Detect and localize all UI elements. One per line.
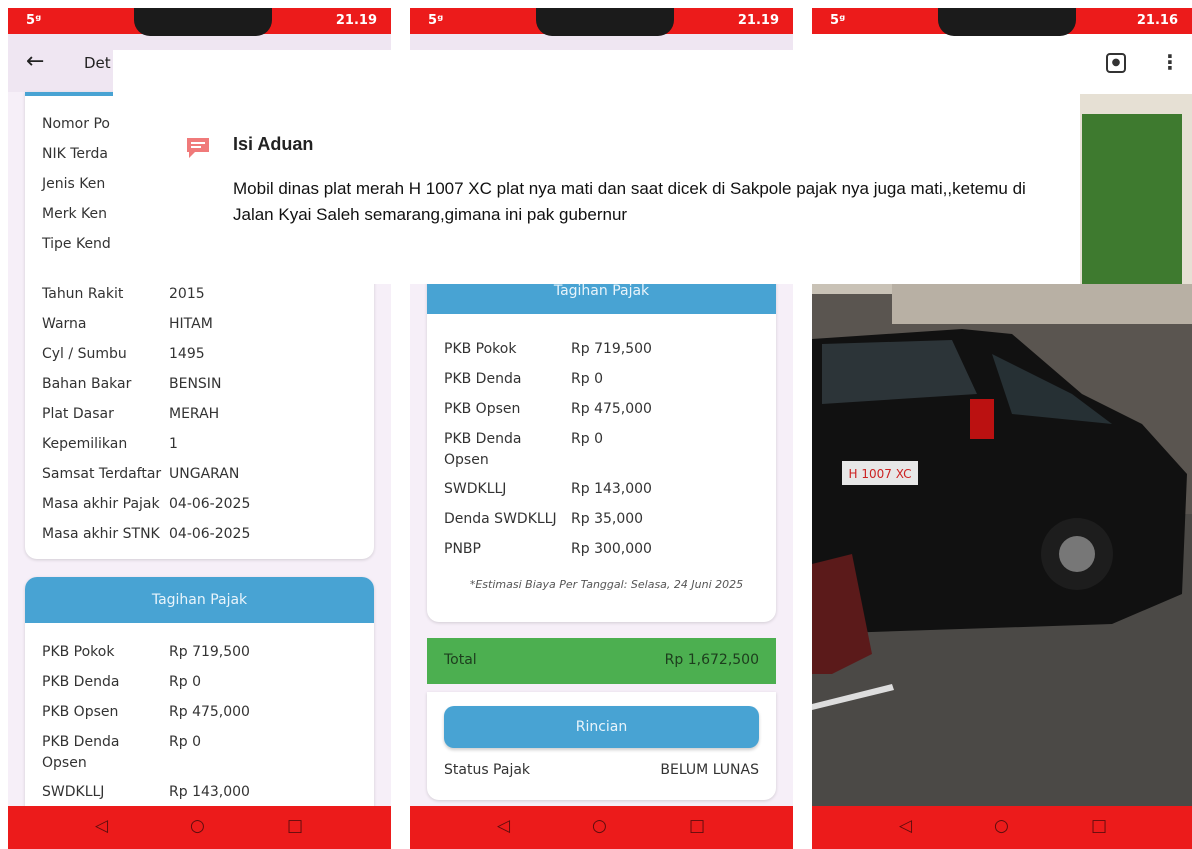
info-key: Warna bbox=[42, 316, 87, 332]
total-bar: Total Rp 1,672,500 bbox=[427, 638, 776, 684]
tax-key: PKB Denda bbox=[444, 431, 522, 447]
home-circle-icon[interactable]: ○ bbox=[994, 816, 1009, 836]
tax-key: Opsen bbox=[444, 452, 489, 468]
info-value: 1495 bbox=[169, 346, 205, 362]
camera-notch bbox=[938, 8, 1076, 36]
tax-value: Rp 0 bbox=[169, 674, 201, 690]
tax-key: SWDKLLJ bbox=[444, 481, 507, 497]
tax-key: Opsen bbox=[42, 755, 87, 771]
info-key: Plat Dasar bbox=[42, 406, 114, 422]
back-triangle-icon[interactable]: ◁ bbox=[95, 816, 108, 836]
info-value: 04-06-2025 bbox=[169, 526, 251, 542]
tax-value: Rp 475,000 bbox=[169, 704, 250, 720]
info-value: 04-06-2025 bbox=[169, 496, 251, 512]
tax-value: Rp 719,500 bbox=[571, 341, 652, 357]
info-value: BENSIN bbox=[169, 376, 222, 392]
tax-key: PKB Denda bbox=[42, 674, 120, 690]
detail-card: Rincian Status Pajak BELUM LUNAS bbox=[427, 692, 776, 800]
back-arrow-icon[interactable]: ← bbox=[26, 49, 44, 74]
total-label: Total bbox=[444, 652, 477, 668]
recents-square-icon[interactable]: □ bbox=[689, 816, 705, 836]
signal-indicator: 5ᵍ bbox=[428, 13, 444, 28]
tax-value: Rp 0 bbox=[169, 734, 201, 750]
info-value: MERAH bbox=[169, 406, 220, 422]
android-nav-bar: ◁ ○ □ bbox=[8, 806, 391, 849]
recents-square-icon[interactable]: □ bbox=[287, 816, 303, 836]
tax-key: Denda SWDKLLJ bbox=[444, 511, 557, 527]
tax-key: PKB Denda bbox=[444, 371, 522, 387]
home-circle-icon[interactable]: ○ bbox=[592, 816, 607, 836]
tax-value: Rp 0 bbox=[571, 371, 603, 387]
info-key: Masa akhir Pajak bbox=[42, 496, 160, 512]
clock: 21.19 bbox=[737, 13, 779, 28]
tax-key: PKB Pokok bbox=[42, 644, 115, 660]
tax-value: Rp 0 bbox=[571, 431, 603, 447]
info-value: UNGARAN bbox=[169, 466, 240, 482]
android-nav-bar: ◁ ○ □ bbox=[410, 806, 793, 849]
page-title: Det bbox=[84, 54, 111, 72]
total-value: Rp 1,672,500 bbox=[664, 652, 759, 668]
back-triangle-icon[interactable]: ◁ bbox=[899, 816, 912, 836]
complaint-panel: Isi Aduan Mobil dinas plat merah H 1007 … bbox=[113, 50, 1080, 284]
tax-key: PKB Pokok bbox=[444, 341, 517, 357]
plate-text: H 1007 XC bbox=[849, 467, 912, 481]
clock: 21.19 bbox=[335, 13, 377, 28]
tax-bill-card: Tagihan Pajak PKB Pokok Rp 719,500 PKB De… bbox=[25, 577, 374, 837]
info-value: 1 bbox=[169, 436, 178, 452]
tax-status-label: Status Pajak bbox=[444, 762, 531, 778]
card-accent bbox=[25, 92, 115, 96]
tax-value: Rp 143,000 bbox=[571, 481, 652, 497]
complaint-text: Mobil dinas plat merah H 1007 XC plat ny… bbox=[233, 179, 1026, 224]
more-vert-icon[interactable]: ⋮ bbox=[1160, 50, 1180, 74]
info-key: Tahun Rakit bbox=[42, 286, 124, 302]
clock: 21.16 bbox=[1136, 13, 1178, 28]
info-value: HITAM bbox=[169, 316, 213, 332]
camera-notch bbox=[536, 8, 674, 36]
complaint-title: Isi Aduan bbox=[233, 134, 314, 154]
estimate-note: *Estimasi Biaya Per Tanggal: Selasa, 24 … bbox=[469, 578, 744, 591]
tax-value: Rp 475,000 bbox=[571, 401, 652, 417]
home-circle-icon[interactable]: ○ bbox=[190, 816, 205, 836]
detail-button[interactable]: Rincian bbox=[444, 706, 759, 748]
chat-bubble-icon bbox=[187, 138, 209, 158]
tax-value: Rp 35,000 bbox=[571, 511, 644, 527]
tax-value: Rp 719,500 bbox=[169, 644, 250, 660]
camera-notch bbox=[134, 8, 272, 36]
tax-status-value: BELUM LUNAS bbox=[660, 762, 759, 778]
info-key: Bahan Bakar bbox=[42, 376, 132, 392]
lens-icon[interactable]: ● bbox=[1106, 53, 1126, 73]
tax-value: Rp 300,000 bbox=[571, 541, 652, 557]
back-triangle-icon[interactable]: ◁ bbox=[497, 816, 510, 836]
info-key: Samsat Terdaftar bbox=[42, 466, 162, 482]
tax-key: SWDKLLJ bbox=[42, 784, 105, 800]
recents-square-icon[interactable]: □ bbox=[1091, 816, 1107, 836]
tax-bill-header: Tagihan Pajak bbox=[25, 577, 374, 623]
tax-key: PKB Opsen bbox=[42, 704, 119, 720]
info-key: Masa akhir STNK bbox=[42, 526, 160, 542]
info-key: Cyl / Sumbu bbox=[42, 346, 127, 362]
info-key: Kepemilikan bbox=[42, 436, 128, 452]
signal-indicator: 5ᵍ bbox=[26, 13, 42, 28]
android-nav-bar: ◁ ○ □ bbox=[812, 806, 1192, 849]
tax-key: PKB Opsen bbox=[444, 401, 521, 417]
tax-key: PNBP bbox=[444, 541, 481, 557]
tax-key: PKB Denda bbox=[42, 734, 120, 750]
tax-value: Rp 143,000 bbox=[169, 784, 250, 800]
signal-indicator: 5ᵍ bbox=[830, 13, 846, 28]
info-value: 2015 bbox=[169, 286, 205, 302]
tax-bill-card: Tagihan Pajak PKB Pokok Rp 719,500 PKB De… bbox=[427, 268, 776, 622]
